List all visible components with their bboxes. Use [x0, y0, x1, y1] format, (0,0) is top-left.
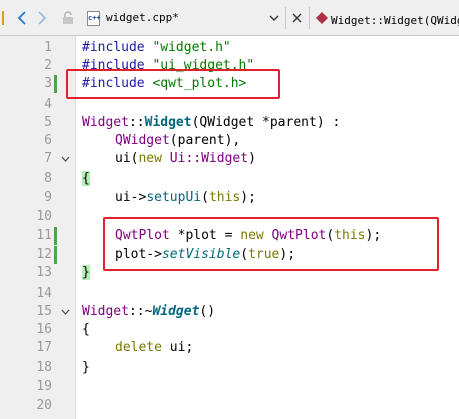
line-number: 7: [44, 151, 52, 166]
fold-arrow-icon[interactable]: [61, 303, 70, 321]
symbol-icon: [314, 0, 330, 36]
code-line: #include "widget.h": [82, 40, 231, 55]
symbol-selector[interactable]: Widget::Widget(QWidge: [331, 9, 459, 27]
line-number: 10: [36, 209, 52, 224]
code-line: }: [82, 360, 90, 375]
line-number: 1: [44, 40, 52, 55]
code-line: }: [82, 265, 90, 280]
arrow-left-icon[interactable]: [12, 0, 32, 36]
line-number: 20: [36, 398, 52, 413]
dropdown-icon[interactable]: [266, 0, 282, 36]
change-marker: [54, 246, 57, 264]
code-line: ui->setupUi(this);: [115, 190, 256, 205]
lock-icon: [58, 0, 78, 36]
line-number: 19: [36, 379, 52, 394]
line-number: 4: [44, 97, 52, 112]
code-line: delete ui;: [115, 340, 194, 355]
line-number: 17: [36, 340, 52, 355]
line-number: 18: [36, 360, 52, 375]
toolbar-grip: [0, 0, 6, 36]
open-file-name[interactable]: widget.cpp*: [106, 9, 179, 27]
line-number: 2: [44, 58, 52, 73]
line-number: 9: [44, 190, 52, 205]
code-line: Widget::Widget(QWidget *parent) :: [82, 115, 341, 130]
code-line: QWidget(parent),: [115, 133, 241, 148]
line-number: 5: [44, 115, 52, 130]
change-marker: [54, 227, 57, 245]
current-symbol: Widget::Widget(QWidge: [331, 14, 459, 27]
toolbar-divider: [285, 7, 286, 29]
highlight-box-include: [66, 69, 280, 99]
code-line: ui(new Ui::Widget): [115, 151, 256, 166]
toolbar-divider: [309, 7, 310, 29]
line-number: 16: [36, 322, 52, 337]
highlight-box-qwtplot: [103, 217, 439, 271]
line-number: 8: [44, 171, 52, 186]
code-line: Widget::~Widget(): [82, 304, 216, 319]
line-number-gutter: 1 2 3 4 5 6 7 8 9 10 11 12 13 14 15 16 1…: [0, 36, 76, 419]
line-number: 11: [36, 228, 52, 243]
code-line: {: [82, 171, 90, 186]
editor-toolbar: c++ widget.cpp* Widget::Widget(QWidge: [0, 0, 459, 36]
file-cpp-icon: c++: [87, 11, 101, 26]
line-number: 13: [36, 265, 52, 280]
close-icon[interactable]: [289, 0, 305, 36]
fold-arrow-icon[interactable]: [61, 150, 70, 168]
line-number: 15: [36, 304, 52, 319]
code-line: {: [82, 322, 90, 337]
line-number: 6: [44, 133, 52, 148]
line-number: 3: [44, 76, 52, 91]
line-number: 12: [36, 247, 52, 262]
line-number: 14: [36, 286, 52, 301]
arrow-right-icon[interactable]: [32, 0, 52, 36]
change-marker: [54, 75, 57, 93]
